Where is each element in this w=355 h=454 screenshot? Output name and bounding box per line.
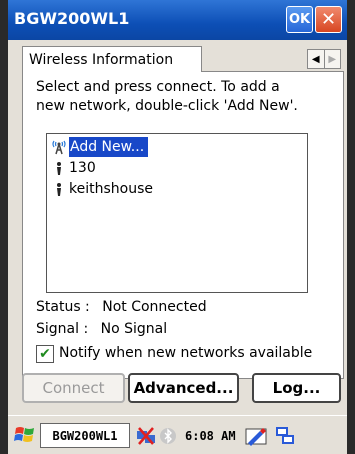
signal-value: No Signal xyxy=(100,321,168,337)
log-button[interactable]: Log... xyxy=(252,373,341,403)
system-tray: 6:08 AM xyxy=(133,423,341,448)
network-disconnected-icon[interactable] xyxy=(135,425,157,447)
advanced-button[interactable]: Advanced... xyxy=(128,373,239,403)
signal-person-icon xyxy=(49,181,69,197)
window-title: BGW200WL1 xyxy=(14,9,130,28)
signal-label: Signal : xyxy=(36,321,89,337)
network-list[interactable]: Add New... 130 keithshouse xyxy=(46,133,308,293)
signal-row: Signal : No Signal xyxy=(36,321,167,337)
taskbar: BGW200WL1 6:08 AM xyxy=(8,415,347,454)
instructions-line-2: new network, double-click 'Add New'. xyxy=(36,98,298,114)
network-item-add-new[interactable]: Add New... xyxy=(49,137,149,157)
pen-input-icon[interactable] xyxy=(244,425,268,447)
antenna-icon xyxy=(49,139,69,155)
close-icon: ✕ xyxy=(320,9,337,30)
network-label: 130 xyxy=(69,160,96,176)
tab-wireless-information[interactable]: Wireless Information xyxy=(22,46,202,72)
title-bar: BGW200WL1 OK ✕ xyxy=(8,0,347,40)
scroll-left-icon[interactable]: ◀ xyxy=(308,50,325,68)
device-screen: BGW200WL1 OK ✕ Wireless Information ◀ ▶ … xyxy=(8,0,347,454)
connect-button[interactable]: Connect xyxy=(22,373,125,403)
keyboard-icon[interactable] xyxy=(274,425,296,447)
status-label: Status : xyxy=(36,299,90,315)
tab-scroll-arrows[interactable]: ◀ ▶ xyxy=(307,49,341,69)
close-button[interactable]: ✕ xyxy=(315,6,342,33)
network-item[interactable]: keithshouse xyxy=(49,179,153,199)
clock[interactable]: 6:08 AM xyxy=(185,429,236,443)
taskbar-app-button[interactable]: BGW200WL1 xyxy=(40,423,130,448)
status-row: Status : Not Connected xyxy=(36,299,207,315)
notify-checkbox[interactable]: ✔ xyxy=(36,345,54,363)
scroll-right-icon[interactable]: ▶ xyxy=(325,50,341,68)
instructions-text: Select and press connect. To add a new n… xyxy=(36,78,341,116)
notify-label: Notify when new networks available xyxy=(59,345,313,361)
status-value: Not Connected xyxy=(102,299,207,315)
network-label: keithshouse xyxy=(69,181,153,197)
bluetooth-icon[interactable] xyxy=(159,427,177,445)
network-item[interactable]: 130 xyxy=(49,158,96,178)
checkmark-icon: ✔ xyxy=(39,346,51,362)
instructions-line-1: Select and press connect. To add a xyxy=(36,79,280,95)
windows-start-icon[interactable] xyxy=(14,424,36,446)
network-label: Add New... xyxy=(69,137,149,157)
signal-person-icon xyxy=(49,160,69,176)
ok-button[interactable]: OK xyxy=(286,6,313,33)
